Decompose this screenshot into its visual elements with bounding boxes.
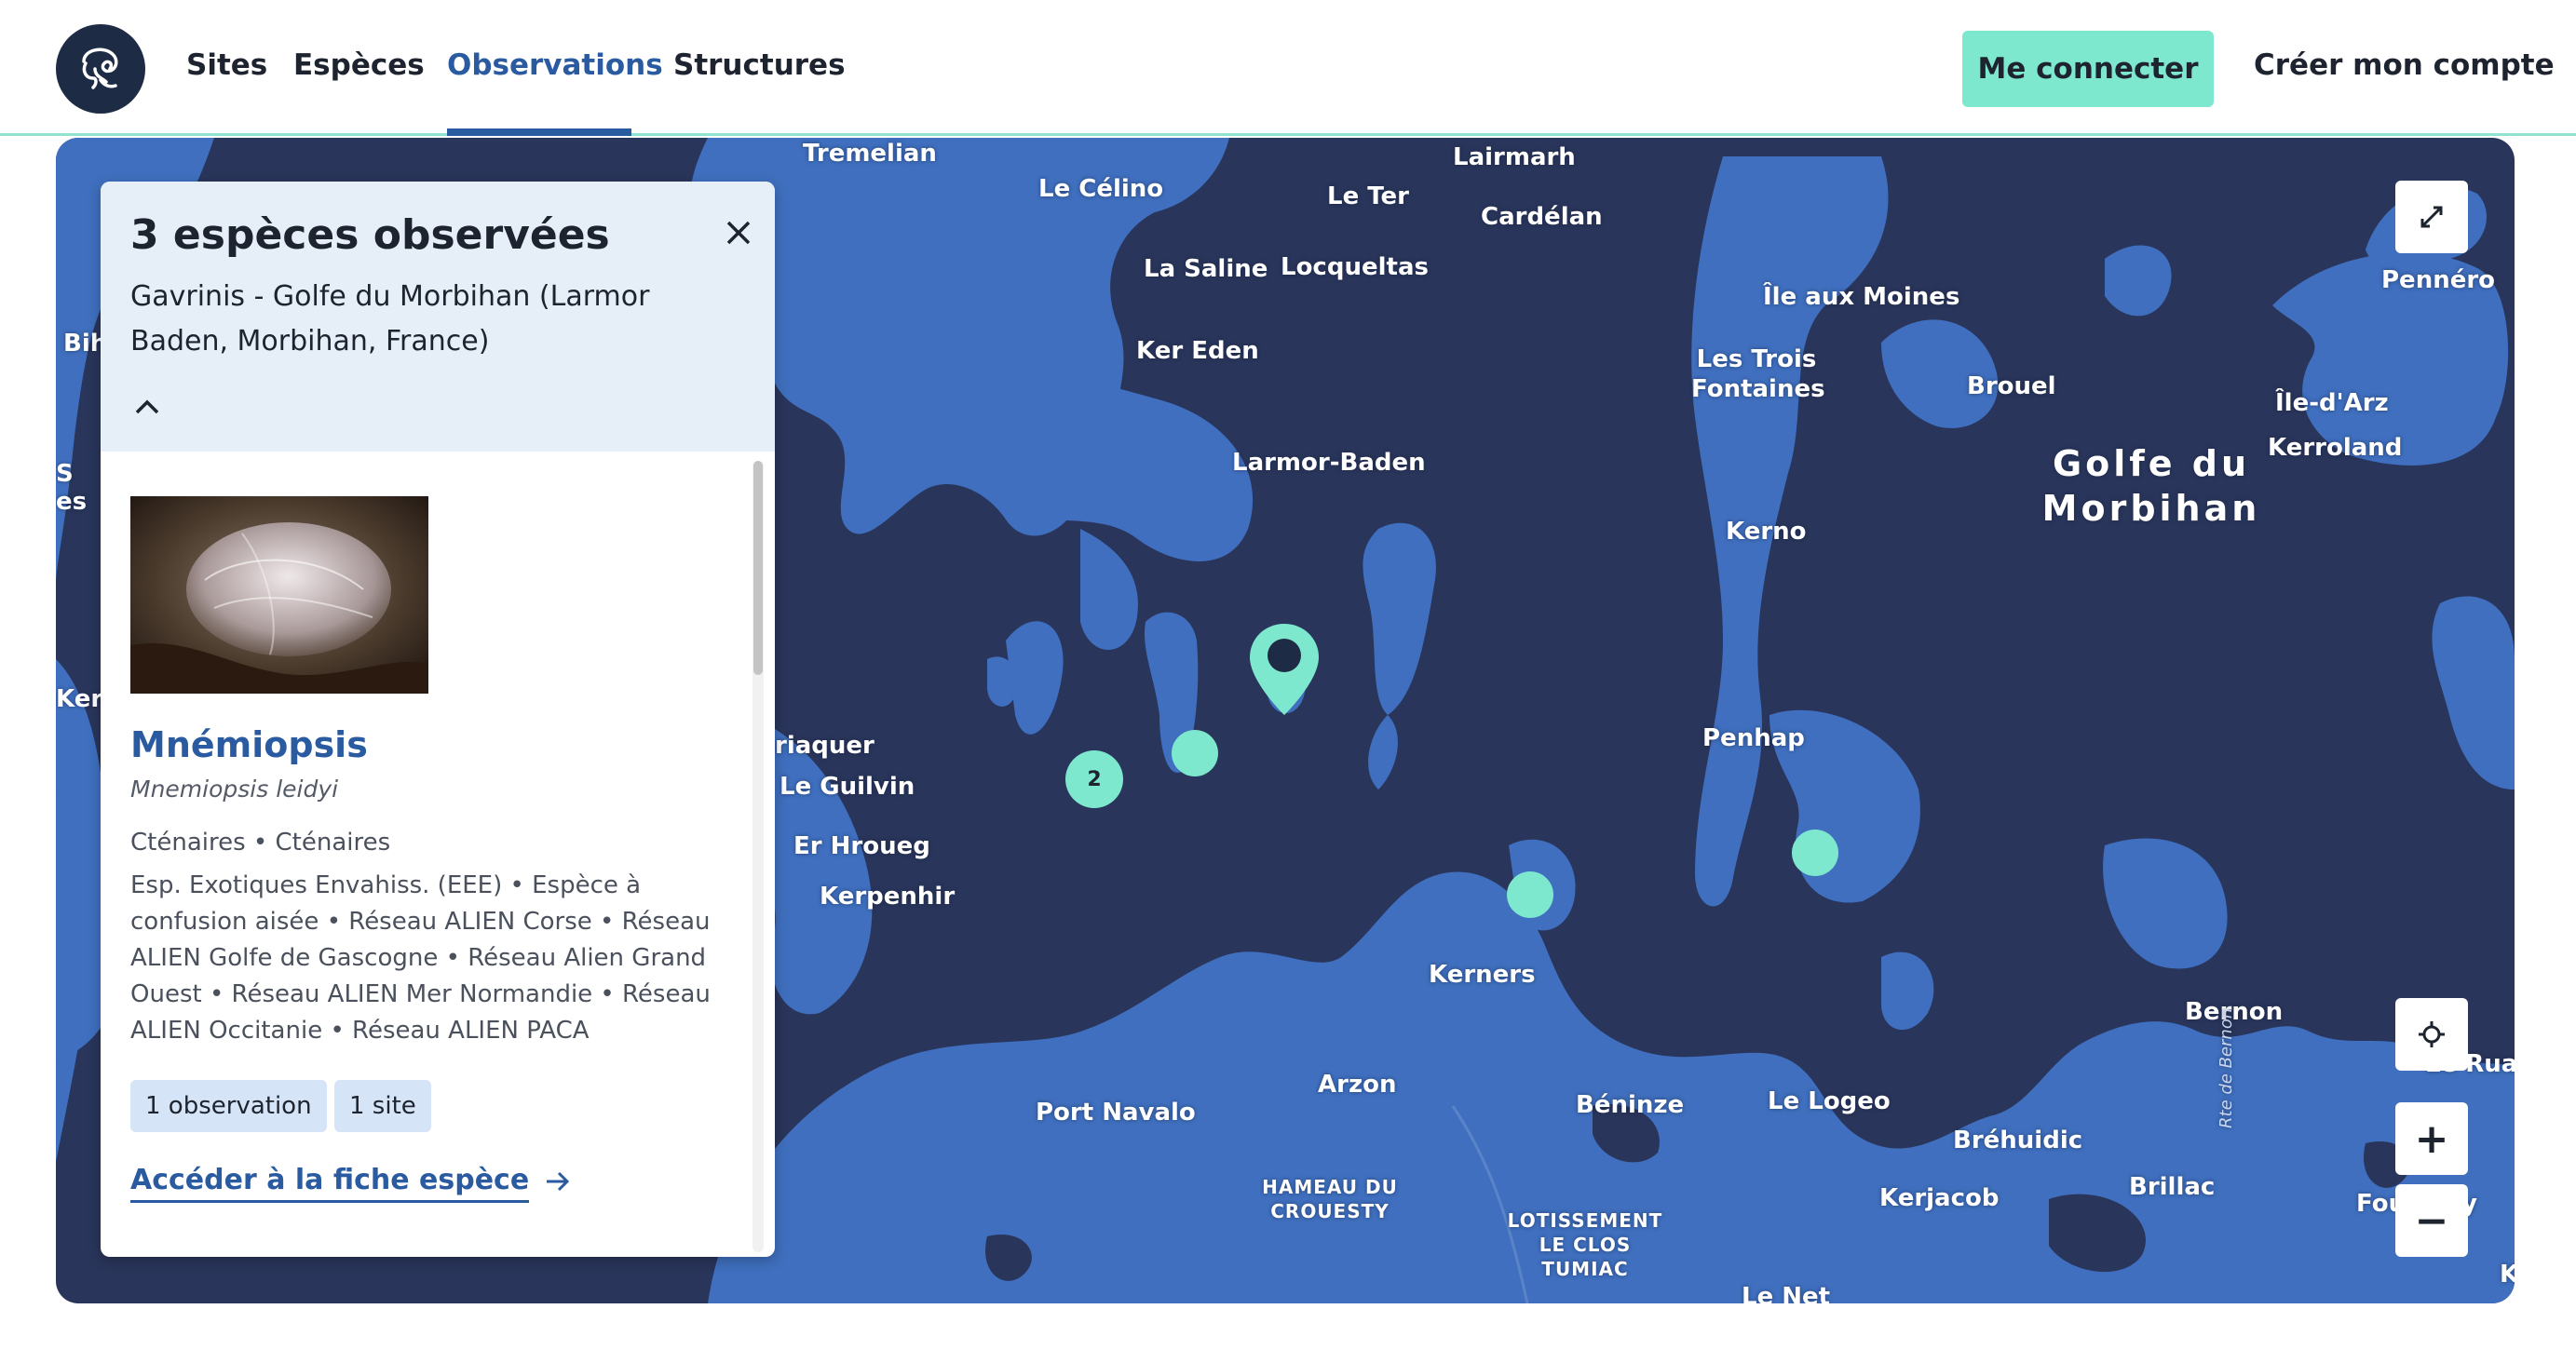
close-button[interactable]	[715, 209, 762, 256]
place-label: riaquer	[775, 732, 874, 760]
species-name[interactable]: Mnémiopsis	[130, 724, 368, 765]
place-label: Lairmarh	[1453, 143, 1576, 171]
species-page-link[interactable]: Accéder à la fiche espèce	[130, 1164, 571, 1203]
place-label: Kerjacob	[1879, 1184, 2000, 1212]
species-tags: Esp. Exotiques Envahiss. (EEE) • Espèce …	[130, 871, 711, 1045]
place-label: Kerroland	[2268, 434, 2403, 462]
panel-title: 3 espèces observées	[130, 211, 610, 259]
observation-marker[interactable]	[1792, 830, 1838, 876]
place-label: Le Logeo	[1768, 1087, 1891, 1115]
login-button[interactable]: Me connecter	[1962, 31, 2214, 107]
close-icon	[726, 221, 751, 245]
place-label: Larmor-Baden	[1232, 449, 1426, 477]
place-label: Île-d'Arz	[2275, 389, 2389, 417]
nav-active-indicator	[447, 128, 631, 136]
nav-especes[interactable]: Espèces	[293, 48, 425, 82]
top-navbar: Sites Espèces Observations Structures Me…	[0, 0, 2576, 136]
place-label: Kerno	[1726, 518, 1807, 546]
place-label: Cardélan	[1481, 203, 1603, 231]
place-label: Tremelian	[803, 140, 937, 168]
site-count-chip: 1 site	[334, 1080, 431, 1132]
nav-observations[interactable]: Observations	[447, 48, 663, 82]
nav-structures[interactable]: Structures	[673, 48, 846, 82]
species-group: Cténaires • Cténaires	[130, 829, 391, 857]
selected-location-pin-icon[interactable]	[1248, 622, 1321, 719]
place-label: Arzon	[1318, 1071, 1397, 1099]
observation-cluster[interactable]: 2	[1065, 750, 1123, 808]
species-popup-panel: 3 espèces observées Gavrinis - Golfe du …	[101, 182, 775, 1257]
species-photo[interactable]	[130, 496, 428, 694]
chevron-up-icon	[135, 399, 159, 414]
expand-icon	[2420, 206, 2443, 228]
road-label: Rte de Bernon	[2217, 1007, 2236, 1128]
comb-jelly-image	[130, 496, 428, 694]
place-label: Île aux Moines	[1763, 283, 1960, 311]
place-label: La Saline	[1144, 255, 1268, 283]
place-label: Port Navalo	[1036, 1099, 1196, 1127]
place-label: Béninze	[1576, 1091, 1685, 1119]
observation-marker[interactable]	[1507, 871, 1553, 918]
place-label: Kerpenhir	[820, 883, 956, 911]
place-label: Les Trois Fontaines	[1691, 345, 1825, 403]
place-label: Er Hroueg	[793, 832, 930, 860]
place-label: Le Net	[1742, 1283, 1831, 1303]
place-label: S	[56, 460, 74, 488]
signup-link[interactable]: Créer mon compte	[2254, 48, 2555, 82]
place-label: Brouel	[1967, 372, 2056, 400]
site-logo[interactable]	[56, 24, 145, 114]
place-label: Locqueltas	[1281, 253, 1429, 281]
fullscreen-button[interactable]	[2395, 181, 2468, 253]
zoom-out-button[interactable]: −	[2395, 1184, 2468, 1257]
locate-button[interactable]	[2395, 998, 2468, 1071]
observation-marker[interactable]	[1172, 730, 1218, 776]
place-label: Ker Eden	[1136, 337, 1259, 365]
arrow-right-icon	[546, 1171, 569, 1191]
site-location: Gavrinis - Golfe du Morbihan (Larmor Bad…	[130, 280, 650, 358]
place-label: Bréhuidic	[1953, 1127, 2083, 1154]
place-label: Kerners	[1429, 961, 1536, 989]
place-label: es	[56, 488, 88, 516]
jellyfish-logo-icon	[82, 47, 118, 89]
species-latin-name: Mnemiopsis leidyi	[130, 776, 339, 803]
crosshair-icon	[2419, 1021, 2445, 1047]
place-label: Pennéro	[2381, 266, 2496, 294]
collapse-button[interactable]	[129, 388, 166, 425]
place-label: Penhap	[1702, 724, 1805, 752]
panel-header: 3 espèces observées Gavrinis - Golfe du …	[101, 182, 775, 452]
place-label: Le Guilvin	[780, 773, 915, 801]
gulf-label: Golfe du Morbihan	[2041, 443, 2261, 529]
species-page-link-label: Accéder à la fiche espèce	[130, 1164, 530, 1203]
zoom-in-button[interactable]: +	[2395, 1102, 2468, 1175]
place-label: HAMEAU DU CROUESTY	[1262, 1176, 1398, 1222]
place-label: Le Ter	[1327, 182, 1409, 210]
scrollbar-thumb[interactable]	[753, 461, 763, 675]
place-label: Brillac	[2129, 1173, 2216, 1201]
nav-sites[interactable]: Sites	[186, 48, 267, 82]
observation-count-chip: 1 observation	[130, 1080, 327, 1132]
place-label: LOTISSEMENT LE CLOS TUMIAC	[1507, 1209, 1663, 1280]
place-label: Le Célino	[1038, 175, 1164, 203]
place-label: K	[2500, 1261, 2515, 1289]
